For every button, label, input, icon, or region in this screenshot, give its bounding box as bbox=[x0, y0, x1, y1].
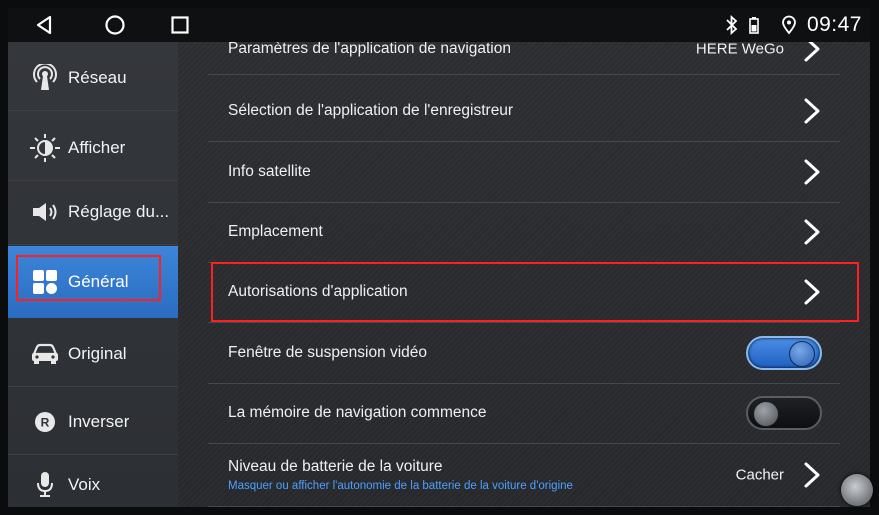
video-float-toggle[interactable] bbox=[746, 336, 822, 370]
sidebar-item-reseau[interactable]: Réseau bbox=[8, 46, 178, 111]
row-satellite-info[interactable]: Info satellite bbox=[208, 142, 840, 203]
row-title: Sélection de l'application de l'enregist… bbox=[228, 102, 514, 119]
row-title: La mémoire de navigation commence bbox=[228, 404, 487, 421]
row-recorder-app[interactable]: Sélection de l'application de l'enregist… bbox=[208, 81, 840, 142]
clock-time: 09:47 bbox=[806, 13, 862, 36]
sidebar-item-general[interactable]: Général bbox=[8, 246, 178, 318]
settings-list: Paramètres de l'application de navigatio… bbox=[178, 42, 870, 507]
settings-sidebar: Réseau Afficher Réglage du... Général Or… bbox=[8, 42, 179, 507]
toggle-knob bbox=[753, 401, 779, 427]
chevron-right-icon bbox=[804, 219, 820, 245]
row-title: Niveau de batterie de la voiture bbox=[228, 458, 443, 475]
sidebar-item-label: Réglage du... bbox=[68, 202, 170, 221]
row-value: HERE WeGo bbox=[695, 42, 784, 58]
system-status-bar: 09:47 bbox=[8, 8, 870, 42]
home-button[interactable] bbox=[93, 8, 137, 42]
row-title: Emplacement bbox=[228, 223, 323, 240]
row-app-permissions[interactable]: Autorisations d'application bbox=[208, 262, 840, 323]
back-triangle-icon bbox=[36, 15, 52, 35]
row-title: Fenêtre de suspension vidéo bbox=[228, 344, 428, 361]
sidebar-item-label: Réseau bbox=[68, 68, 127, 87]
sidebar-item-label: Original bbox=[68, 344, 127, 363]
car-icon bbox=[22, 334, 68, 374]
row-location[interactable]: Emplacement bbox=[208, 202, 840, 263]
toggle-knob bbox=[789, 341, 815, 367]
speaker-icon bbox=[22, 192, 68, 232]
battery-icon bbox=[749, 17, 759, 34]
chevron-right-icon bbox=[804, 42, 820, 62]
sidebar-item-label: Afficher bbox=[68, 138, 126, 157]
sidebar-item-original[interactable]: Original bbox=[8, 322, 178, 387]
recent-square-icon bbox=[171, 16, 189, 34]
sidebar-item-label: Général bbox=[68, 272, 129, 291]
nav-memory-toggle[interactable] bbox=[746, 396, 822, 430]
brightness-icon bbox=[22, 128, 68, 168]
row-subtitle: Masquer ou afficher l'autonomie de la ba… bbox=[228, 480, 573, 492]
row-title: Info satellite bbox=[228, 163, 311, 180]
sidebar-item-label: Inverser bbox=[68, 412, 130, 431]
back-button[interactable] bbox=[22, 8, 66, 42]
chevron-right-icon bbox=[804, 98, 820, 124]
microphone-icon bbox=[22, 465, 68, 505]
row-video-float-window: Fenêtre de suspension vidéo bbox=[208, 323, 840, 384]
recent-apps-button[interactable] bbox=[158, 8, 202, 42]
status-indicators: 09:47 bbox=[725, 8, 862, 42]
svg-text:R: R bbox=[41, 416, 50, 430]
location-pin-icon bbox=[782, 15, 796, 35]
home-circle-icon bbox=[105, 15, 125, 35]
chevron-right-icon bbox=[804, 159, 820, 185]
chevron-right-icon bbox=[804, 279, 820, 305]
row-title: Autorisations d'application bbox=[228, 283, 408, 300]
grid-icon bbox=[22, 262, 68, 302]
floating-assist-button[interactable] bbox=[841, 474, 873, 506]
sidebar-item-inverser[interactable]: R Inverser bbox=[8, 390, 178, 455]
sidebar-item-label: Voix bbox=[68, 475, 101, 494]
antenna-icon bbox=[22, 58, 68, 98]
chevron-right-icon bbox=[804, 462, 820, 488]
sidebar-item-afficher[interactable]: Afficher bbox=[8, 116, 178, 181]
row-nav-app-settings[interactable]: Paramètres de l'application de navigatio… bbox=[208, 42, 840, 75]
row-nav-memory: La mémoire de navigation commence bbox=[208, 383, 840, 444]
row-value: Cacher bbox=[735, 466, 784, 484]
sidebar-item-voix[interactable]: Voix bbox=[8, 460, 178, 510]
row-title: Paramètres de l'application de navigatio… bbox=[228, 42, 511, 57]
bluetooth-icon bbox=[726, 15, 738, 35]
row-car-battery-level[interactable]: Niveau de batterie de la voiture Masquer… bbox=[208, 444, 840, 507]
sidebar-item-reglage-du-son[interactable]: Réglage du... bbox=[8, 180, 178, 245]
reverse-r-icon: R bbox=[22, 402, 68, 442]
